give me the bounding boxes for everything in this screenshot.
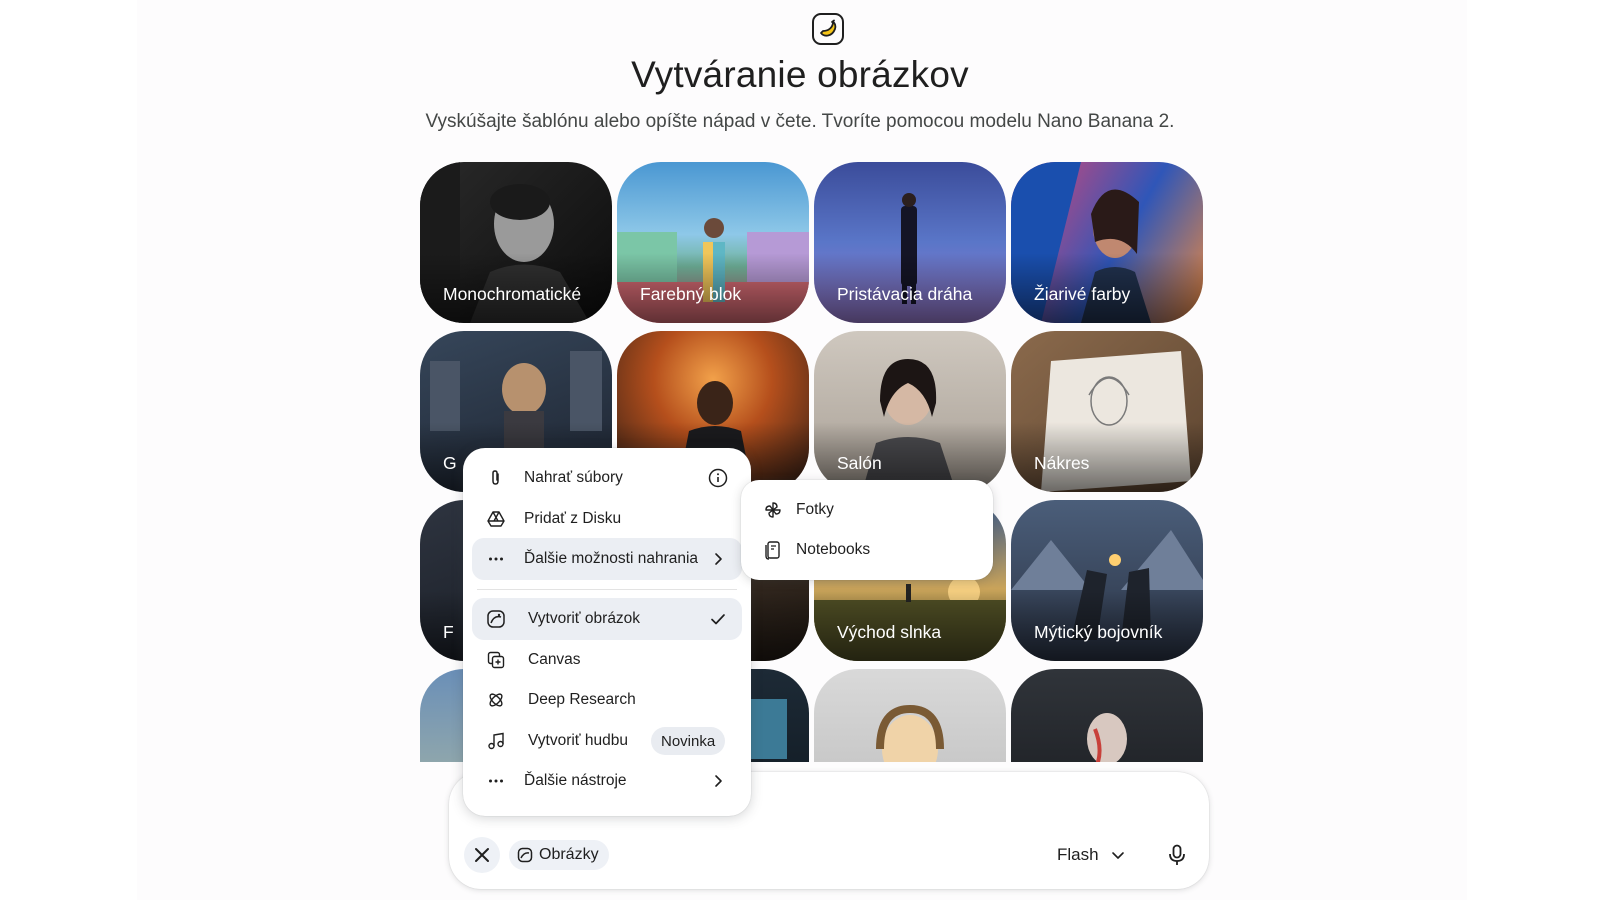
template-label: Východ slnka [837,622,942,642]
template-label: Pristávacia dráha [837,284,973,304]
template-label: Salón [837,453,882,473]
menu-divider [477,589,737,590]
model-selector[interactable]: Flash [1057,841,1125,869]
banana-icon [812,13,844,45]
photos-item[interactable]: Fotky [741,490,993,530]
template-tile[interactable]: Farebný blok [617,162,809,323]
template-label: Monochromatické [443,284,582,304]
photos-label: Fotky [796,501,834,518]
create-image-label: Vytvoriť obrázok [528,610,641,627]
microphone-icon [1169,844,1185,865]
photos-pinwheel-icon [763,500,783,520]
page-title: Vytváranie obrázkov [631,54,969,95]
image-create-icon [517,847,533,863]
template-tile[interactable]: Monochromatické [420,162,612,323]
template-tile[interactable]: Nákres [1011,331,1203,492]
template-label: G [443,453,457,473]
more-horiz-icon [486,549,506,569]
tools-menu: Nahrať súbory Pridať z Disku Ďalšie možn… [463,448,751,816]
notebooks-label: Notebooks [796,541,871,558]
add-from-drive-label: Pridať z Disku [524,510,622,527]
image-tool-chip[interactable]: Obrázky [509,840,609,870]
more-tools-item[interactable]: Ďalšie nástroje [472,760,742,802]
drive-icon [486,509,506,529]
more-upload-options-label: Ďalšie možnosti nahrania [524,550,699,567]
template-label: F [443,622,454,642]
template-tile[interactable]: Mýtický bojovník [1011,500,1203,661]
new-badge: Novinka [651,727,726,755]
upload-submenu: Fotky Notebooks [741,480,993,580]
add-from-drive-item[interactable]: Pridať z Disku [472,498,742,540]
more-upload-options-item[interactable]: Ďalšie možnosti nahrania [472,538,742,580]
template-label: Mýtický bojovník [1034,622,1163,642]
close-icon [475,848,489,862]
deep-research-icon [486,690,506,710]
template-tile[interactable] [814,669,1006,762]
chevron-right-icon [708,771,728,791]
template-tile[interactable]: Pristávacia dráha [814,162,1006,323]
template-label: Žiarivé farby [1034,284,1131,304]
template-label: Farebný blok [640,284,742,304]
create-music-label: Vytvoriť hudbu [528,732,629,749]
deep-research-label: Deep Research [528,691,636,708]
info-icon[interactable] [708,468,728,488]
chip-label: Obrázky [539,846,599,863]
notebook-icon [763,540,783,560]
canvas-label: Canvas [528,651,581,668]
check-icon [708,609,728,629]
chevron-down-icon [1111,852,1124,859]
microphone-button[interactable] [1162,840,1192,870]
more-horiz-icon [486,771,506,791]
paperclip-icon [486,468,506,488]
template-tile[interactable]: Salón [814,331,1006,492]
template-label: Nákres [1034,453,1090,473]
upload-files-label: Nahrať súbory [524,469,623,486]
upload-files-item[interactable]: Nahrať súbory [472,457,742,499]
template-tile[interactable] [1011,669,1203,762]
create-music-item[interactable]: Vytvoriť hudbu Novinka [472,720,742,762]
deep-research-item[interactable]: Deep Research [472,679,742,721]
notebooks-item[interactable]: Notebooks [741,530,993,570]
canvas-icon [486,650,506,670]
close-tools-button[interactable] [464,837,500,873]
template-tile[interactable]: Žiarivé farby [1011,162,1203,323]
canvas-item[interactable]: Canvas [472,639,742,681]
model-label: Flash [1057,845,1099,864]
chevron-right-icon [708,549,728,569]
page-subtitle: Vyskúšajte šablónu alebo opíšte nápad v … [425,111,1175,132]
create-image-item[interactable]: Vytvoriť obrázok [472,598,742,640]
image-create-icon [486,609,506,629]
more-tools-label: Ďalšie nástroje [524,772,627,789]
music-note-icon [486,731,506,751]
